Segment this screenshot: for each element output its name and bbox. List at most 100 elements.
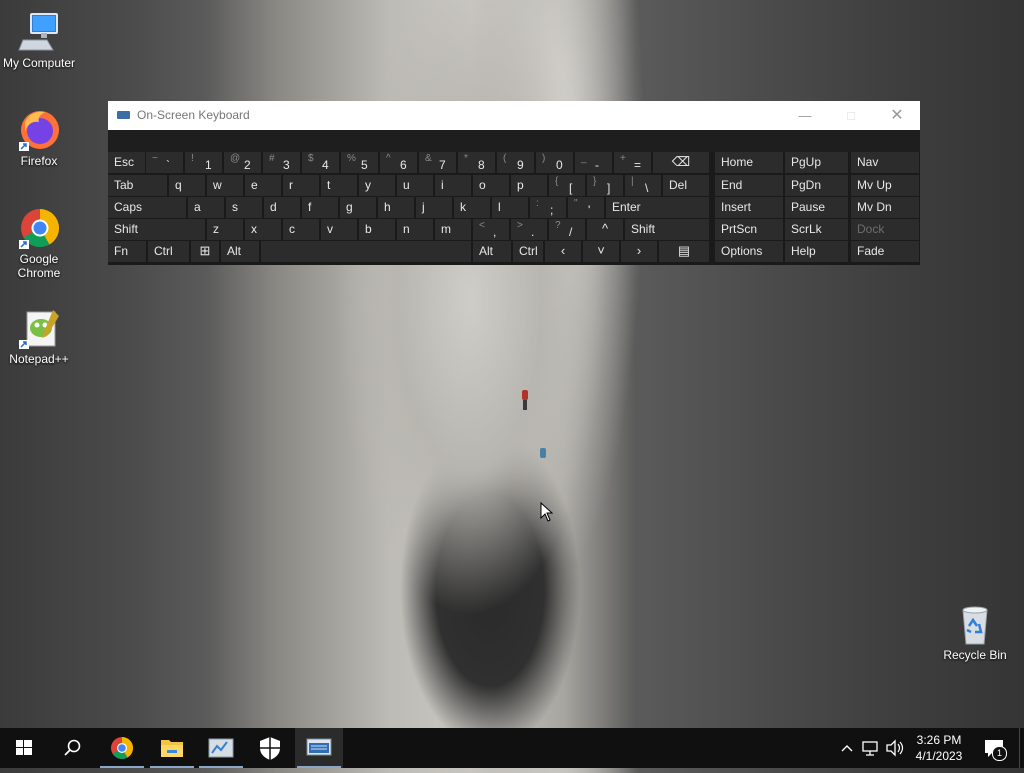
key-shift[interactable]: Shift — [108, 219, 205, 240]
key-dock[interactable]: Dock — [851, 219, 919, 240]
key-symbol[interactable]: :; — [530, 197, 566, 218]
key-enter[interactable]: Enter — [606, 197, 709, 218]
key-windows[interactable]: ⊞ — [191, 241, 219, 262]
action-center-button[interactable]: 1 — [978, 728, 1018, 768]
key-f[interactable]: f — [302, 197, 338, 218]
key-h[interactable]: h — [378, 197, 414, 218]
key-e[interactable]: e — [245, 175, 281, 196]
close-button[interactable]: ✕ — [874, 101, 920, 130]
key-symbol[interactable]: ~ ` — [146, 152, 183, 173]
key-symbol[interactable]: + = — [614, 152, 651, 173]
key-backspace[interactable]: ⌫ — [653, 152, 709, 173]
key-u[interactable]: u — [397, 175, 433, 196]
key-k[interactable]: k — [454, 197, 490, 218]
volume-button[interactable] — [884, 728, 906, 768]
key-x[interactable]: x — [245, 219, 281, 240]
key-a[interactable]: a — [188, 197, 224, 218]
key-9[interactable]: (9 — [497, 152, 534, 173]
key-ctrl[interactable]: Ctrl — [148, 241, 189, 262]
minimize-button[interactable]: — — [782, 101, 828, 130]
key-2[interactable]: @2 — [224, 152, 261, 173]
key-symbol[interactable]: _ - — [575, 152, 612, 173]
show-desktop-button[interactable] — [1019, 728, 1024, 768]
taskbar-file-explorer[interactable] — [148, 728, 196, 768]
taskbar-on-screen-keyboard[interactable] — [295, 728, 343, 768]
clock[interactable]: 3:26 PM 4/1/2023 — [908, 728, 970, 768]
key-v[interactable]: v — [321, 219, 357, 240]
key-esc[interactable]: Esc — [108, 152, 145, 173]
key-j[interactable]: j — [416, 197, 452, 218]
maximize-button[interactable]: □ — [828, 101, 874, 130]
key-right-arrow[interactable]: › — [621, 241, 657, 262]
desktop-icon-firefox[interactable]: Firefox — [1, 108, 77, 168]
key-g[interactable]: g — [340, 197, 376, 218]
key-o[interactable]: o — [473, 175, 509, 196]
key-menu[interactable]: ▤ — [659, 241, 709, 262]
key-q[interactable]: q — [169, 175, 205, 196]
taskbar-control-panel[interactable] — [197, 728, 245, 768]
key-n[interactable]: n — [397, 219, 433, 240]
title-bar[interactable]: On-Screen Keyboard — □ ✕ — [108, 101, 920, 130]
key-symbol[interactable]: | \ — [625, 175, 661, 196]
key-mv-dn[interactable]: Mv Dn — [851, 197, 919, 218]
key-del[interactable]: Del — [663, 175, 709, 196]
key-pause[interactable]: Pause — [785, 197, 848, 218]
key-m[interactable]: m — [435, 219, 471, 240]
network-button[interactable] — [860, 728, 882, 768]
key-d[interactable]: d — [264, 197, 300, 218]
taskbar-chrome[interactable] — [98, 728, 146, 768]
key-4[interactable]: $4 — [302, 152, 339, 173]
key-symbol[interactable]: {[ — [549, 175, 585, 196]
key-z[interactable]: z — [207, 219, 243, 240]
key-fade[interactable]: Fade — [851, 241, 919, 262]
start-button[interactable] — [0, 728, 48, 768]
key-prtscn[interactable]: PrtScn — [715, 219, 783, 240]
key-home[interactable]: Home — [715, 152, 783, 173]
key-mv-up[interactable]: Mv Up — [851, 175, 919, 196]
key-6[interactable]: ^ 6 — [380, 152, 417, 173]
key-nav[interactable]: Nav — [851, 152, 919, 173]
key-c[interactable]: c — [283, 219, 319, 240]
key-symbol[interactable]: ? / — [549, 219, 585, 240]
taskbar-windows-security[interactable] — [246, 728, 294, 768]
key-shift[interactable]: Shift — [625, 219, 709, 240]
key-r[interactable]: r — [283, 175, 319, 196]
key-1[interactable]: ! 1 — [185, 152, 222, 173]
key-s[interactable]: s — [226, 197, 262, 218]
desktop-icon-notepad-plus-plus[interactable]: Notepad++ — [1, 306, 77, 366]
key-down-arrow[interactable]: ˅ — [583, 241, 619, 262]
key-3[interactable]: #3 — [263, 152, 300, 173]
search-button[interactable] — [48, 728, 96, 768]
desktop-icon-recycle-bin[interactable]: Recycle Bin — [937, 602, 1013, 662]
key-7[interactable]: & 7 — [419, 152, 456, 173]
key-pgdn[interactable]: PgDn — [785, 175, 848, 196]
key-alt[interactable]: Alt — [221, 241, 259, 262]
key-5[interactable]: % 5 — [341, 152, 378, 173]
key-scrlk[interactable]: ScrLk — [785, 219, 848, 240]
key-tab[interactable]: Tab — [108, 175, 167, 196]
key-pgup[interactable]: PgUp — [785, 152, 848, 173]
key-t[interactable]: t — [321, 175, 357, 196]
key-8[interactable]: * 8 — [458, 152, 495, 173]
key-w[interactable]: w — [207, 175, 243, 196]
key-b[interactable]: b — [359, 219, 395, 240]
key-p[interactable]: p — [511, 175, 547, 196]
show-hidden-icons-button[interactable] — [838, 728, 856, 768]
key-options[interactable]: Options — [715, 241, 783, 262]
key-symbol[interactable]: " ' — [568, 197, 604, 218]
key-i[interactable]: i — [435, 175, 471, 196]
key-symbol[interactable]: <, — [473, 219, 509, 240]
key-end[interactable]: End — [715, 175, 783, 196]
key-symbol[interactable]: }] — [587, 175, 623, 196]
key-insert[interactable]: Insert — [715, 197, 783, 218]
desktop-icon-my-computer[interactable]: My Computer — [1, 10, 77, 70]
key-y[interactable]: y — [359, 175, 395, 196]
key-caps[interactable]: Caps — [108, 197, 186, 218]
key-help[interactable]: Help — [785, 241, 848, 262]
key-l[interactable]: l — [492, 197, 528, 218]
desktop-icon-google-chrome[interactable]: Google Chrome — [1, 206, 77, 280]
key-alt[interactable]: Alt — [473, 241, 511, 262]
key-ctrl[interactable]: Ctrl — [513, 241, 543, 262]
key-0[interactable]: ) 0 — [536, 152, 573, 173]
key-fn[interactable]: Fn — [108, 241, 146, 262]
